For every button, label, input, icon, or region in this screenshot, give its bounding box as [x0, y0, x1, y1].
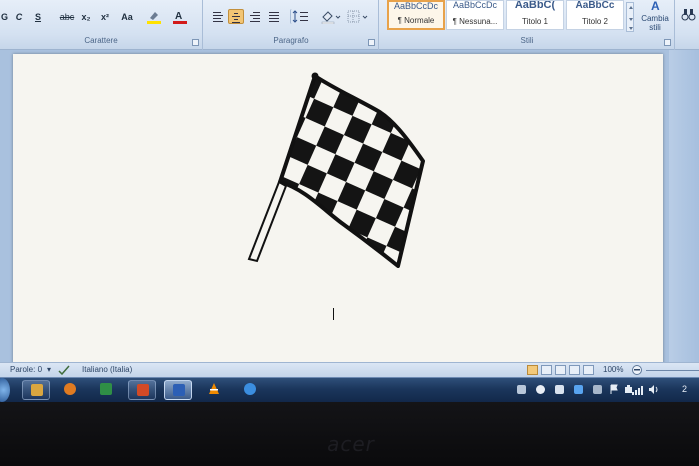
highlight-button[interactable]	[146, 9, 162, 24]
start-button[interactable]	[0, 378, 10, 402]
style-normal[interactable]: AaBbCcDc ¶ Normale	[387, 0, 445, 30]
full-screen-view-button[interactable]	[541, 365, 552, 375]
taskbar-item[interactable]	[236, 380, 264, 400]
subscript-button[interactable]: x₂	[79, 9, 93, 25]
font-group: G C S abc x₂ x² Aa A Carattere	[0, 0, 203, 50]
change-case-button[interactable]: Aa	[118, 9, 136, 25]
paragraph-dialog-launcher[interactable]	[368, 39, 375, 46]
clock[interactable]: 2	[682, 382, 699, 396]
document-page[interactable]	[13, 54, 663, 366]
status-bar: Parole: 0 ▾ Italiano (Italia) 100%	[0, 362, 699, 377]
styles-group: AaBbCcDc ¶ Normale AaBbCcDc ¶ Nessuna...…	[380, 0, 675, 50]
taskbar: 2	[0, 377, 699, 402]
powerpoint-icon	[137, 384, 149, 396]
zoom-out-button[interactable]	[632, 365, 642, 375]
minus-icon	[634, 369, 640, 371]
tray-app-icon[interactable]	[593, 385, 602, 394]
web-layout-view-button[interactable]	[555, 365, 566, 375]
monitor-brand-logo: acer	[327, 432, 375, 456]
taskbar-item-word[interactable]	[164, 380, 192, 400]
style-name: ¶ Nessuna...	[452, 17, 498, 26]
screen: G C S abc x₂ x² Aa A Carattere Paragrafo…	[0, 0, 699, 402]
svg-text:A: A	[175, 11, 182, 22]
shading-button[interactable]	[320, 9, 342, 25]
change-styles-label: Cambia stili	[641, 14, 669, 32]
style-preview: AaBbCcDc	[452, 1, 497, 10]
style-preview: AaBbCcDc	[393, 2, 438, 11]
styles-gallery-scroll[interactable]	[626, 2, 634, 32]
svg-text:A: A	[651, 0, 660, 13]
draft-view-button[interactable]	[583, 365, 594, 375]
justify-button[interactable]	[266, 9, 282, 24]
action-center-flag-icon[interactable]	[609, 384, 619, 395]
outline-view-button[interactable]	[569, 365, 580, 375]
font-dialog-launcher[interactable]	[192, 39, 199, 46]
align-right-button[interactable]	[247, 9, 263, 24]
tray-app-icon[interactable]	[555, 385, 564, 394]
monitor-bezel: acer	[0, 402, 699, 466]
scroll-arrows-icon	[629, 6, 633, 30]
document-area	[0, 50, 699, 366]
taskbar-item[interactable]	[128, 380, 156, 400]
underline-button[interactable]: S	[33, 9, 43, 25]
checkered-flag-icon	[247, 72, 425, 268]
taskbar-item[interactable]	[56, 380, 84, 400]
chevron-down-icon: ▾	[47, 365, 52, 374]
paragraph-group-label: Paragrafo	[273, 36, 309, 45]
align-center-button[interactable]	[228, 9, 244, 24]
tray-app-icon[interactable]	[517, 385, 526, 394]
change-styles-icon: A	[651, 0, 660, 13]
word-icon	[173, 384, 185, 396]
vlc-icon	[209, 383, 219, 394]
highlighter-icon	[147, 12, 161, 24]
excel-icon	[100, 383, 112, 395]
print-layout-view-button[interactable]	[527, 365, 538, 375]
italic-button[interactable]: C	[14, 9, 24, 25]
style-preview: AaBbCc	[575, 1, 615, 11]
style-name: Titolo 2	[582, 17, 608, 26]
language-indicator[interactable]: Italiano (Italia)	[82, 363, 132, 377]
change-styles-button[interactable]: A Cambia stili	[638, 0, 672, 34]
tray-app-icon[interactable]	[536, 385, 545, 394]
style-preview: AaBbC(	[514, 1, 556, 11]
proofing-icon[interactable]	[58, 365, 70, 375]
style-name: ¶ Normale	[397, 16, 435, 25]
volume-icon[interactable]	[648, 384, 660, 395]
style-no-spacing[interactable]: AaBbCcDc ¶ Nessuna...	[446, 0, 504, 30]
font-color-icon: A	[173, 11, 187, 24]
borders-button[interactable]	[346, 9, 370, 24]
zoom-level[interactable]: 100%	[603, 363, 623, 377]
styles-group-label: Stili	[520, 36, 534, 45]
word-count[interactable]: Parole: 0	[10, 363, 42, 377]
taskbar-item[interactable]	[200, 380, 228, 400]
font-group-label: Carattere	[84, 36, 118, 45]
taskbar-item[interactable]	[92, 380, 120, 400]
vertical-scrollbar[interactable]	[669, 50, 699, 362]
browser-icon	[244, 383, 256, 395]
styles-dialog-launcher[interactable]	[664, 39, 671, 46]
zoom-slider[interactable]	[646, 370, 699, 371]
paragraph-group: Paragrafo	[204, 0, 379, 50]
superscript-button[interactable]: x²	[98, 9, 112, 25]
align-left-button[interactable]	[210, 9, 226, 24]
bold-button[interactable]: G	[0, 9, 9, 25]
style-heading-2[interactable]: AaBbCc Titolo 2	[566, 0, 624, 30]
signal-strength-icon[interactable]	[631, 385, 645, 395]
style-heading-1[interactable]: AaBbC( Titolo 1	[506, 0, 564, 30]
borders-icon	[347, 10, 368, 23]
paint-bucket-icon	[321, 11, 341, 25]
font-color-button[interactable]: A	[172, 9, 188, 24]
editing-group	[678, 0, 699, 50]
ribbon: G C S abc x₂ x² Aa A Carattere Paragrafo…	[0, 0, 699, 50]
windows-explorer-icon	[31, 384, 43, 396]
strikethrough-button[interactable]: abc	[58, 9, 76, 25]
style-name: Titolo 1	[522, 17, 548, 26]
media-player-icon	[64, 383, 76, 395]
taskbar-item[interactable]	[22, 380, 50, 400]
tray-app-icon[interactable]	[574, 385, 583, 394]
line-spacing-button[interactable]	[290, 9, 312, 24]
binoculars-icon[interactable]	[678, 0, 699, 30]
line-spacing-icon	[292, 10, 308, 23]
text-cursor	[333, 308, 334, 320]
